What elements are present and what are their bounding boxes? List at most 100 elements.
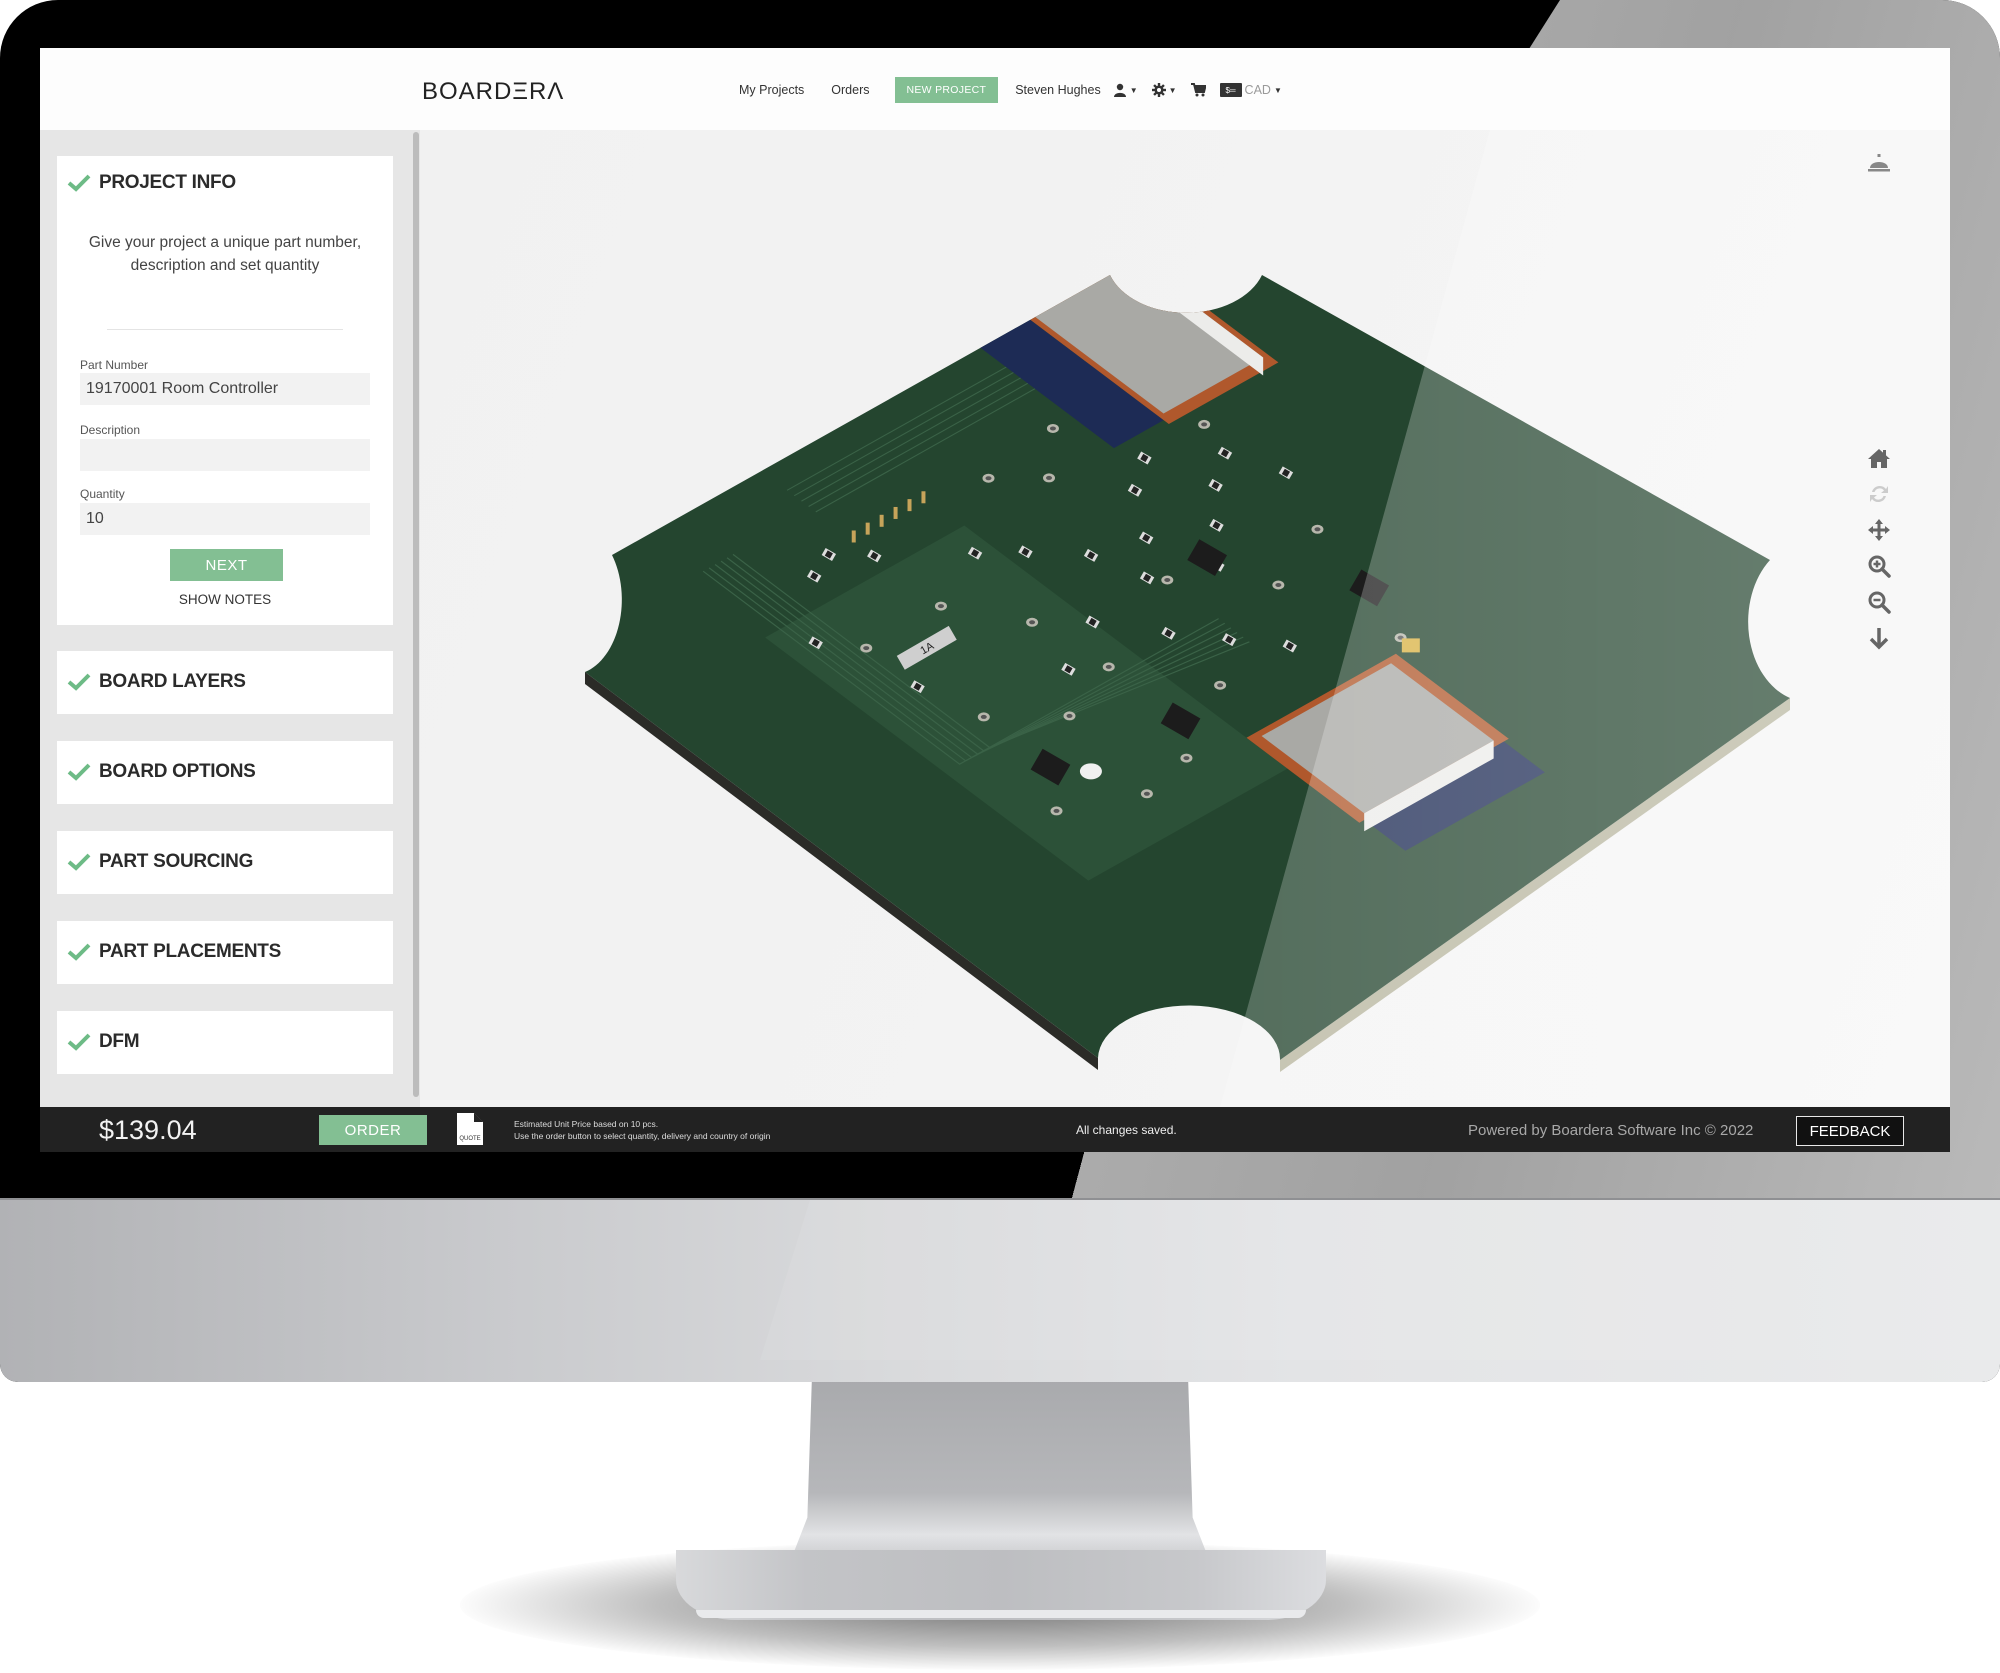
step-title: PART PLACEMENTS xyxy=(99,941,281,962)
pcb-via-hole xyxy=(863,646,870,651)
pcb-via-hole xyxy=(1275,583,1282,587)
description-label: Description xyxy=(80,423,141,437)
pcb-render: 1A xyxy=(585,130,1950,1107)
pcb-via-hole xyxy=(937,604,944,609)
notifications-button[interactable] xyxy=(1863,147,1895,179)
panel-title: PROJECT INFO xyxy=(99,172,236,193)
money-icon: $═ xyxy=(1219,83,1242,97)
cart-button[interactable] xyxy=(1190,83,1206,97)
check-icon xyxy=(67,853,91,871)
check-icon xyxy=(67,673,91,691)
boardera-logo[interactable]: BOARDΞRΛ xyxy=(422,78,564,106)
move-icon xyxy=(1868,519,1890,541)
monitor-stand-base xyxy=(676,1550,1326,1620)
pcb-via-hole xyxy=(985,476,992,481)
chevron-down-icon: ▼ xyxy=(1273,85,1282,95)
pcb-via-hole xyxy=(1314,527,1321,532)
monitor-chin xyxy=(0,1198,2000,1382)
pcb-via-hole xyxy=(1183,756,1190,761)
reset-rotation-button[interactable] xyxy=(1863,478,1895,510)
step-title-row: PART SOURCING xyxy=(67,851,253,873)
pcb-via-hole xyxy=(1029,620,1036,625)
step-title: PART SOURCING xyxy=(99,851,254,872)
header-pin xyxy=(865,522,870,535)
home-view-button[interactable] xyxy=(1863,442,1895,474)
nav-my-projects[interactable]: My Projects xyxy=(739,83,804,97)
currency-menu[interactable]: $═ CAD ▼ xyxy=(1219,83,1282,97)
chevron-down-icon: ▼ xyxy=(1129,85,1138,95)
check-icon xyxy=(67,943,91,961)
next-button[interactable]: NEXT xyxy=(170,549,283,581)
header-pin xyxy=(893,506,898,519)
pcb-via-hole xyxy=(1049,426,1056,431)
settings-menu[interactable]: ▼ xyxy=(1151,83,1177,97)
step-title-row: BOARD LAYERS xyxy=(67,671,246,693)
price-note: Estimated Unit Price based on 10 pcs. Us… xyxy=(514,1118,770,1142)
project-info-description: Give your project a unique part number, … xyxy=(88,234,362,274)
pcb-via-hole xyxy=(1105,664,1112,669)
quantity-label: Quantity xyxy=(80,487,125,501)
pcb-via-hole xyxy=(1143,791,1150,796)
show-notes-link[interactable]: SHOW NOTES xyxy=(57,592,393,607)
check-icon xyxy=(67,174,91,192)
user-icon xyxy=(1113,83,1126,97)
header-pin xyxy=(851,530,856,543)
check-icon xyxy=(67,763,91,781)
description-input[interactable] xyxy=(80,439,370,471)
user-name[interactable]: Steven Hughes xyxy=(1015,83,1100,97)
zoom-out-button[interactable] xyxy=(1863,586,1895,618)
step-part-placements[interactable]: PART PLACEMENTS xyxy=(57,921,393,984)
pcb-via-hole xyxy=(1164,578,1171,582)
step-board-options[interactable]: BOARD OPTIONS xyxy=(57,741,393,804)
zoom-out-icon xyxy=(1868,591,1891,614)
pcb-3d-viewport[interactable]: 1A xyxy=(420,130,1950,1107)
header-pin xyxy=(879,514,884,527)
monitor-frame: BOARDΞRΛ My Projects Orders NEW PROJECT … xyxy=(0,0,2000,1382)
mounting-hole xyxy=(1079,763,1102,780)
quote-document-icon: QUOTE xyxy=(457,1113,483,1145)
refresh-icon xyxy=(1870,485,1888,503)
header-pin xyxy=(921,491,926,504)
zoom-in-button[interactable] xyxy=(1863,550,1895,582)
quote-button[interactable]: QUOTE xyxy=(456,1112,484,1146)
step-board-layers[interactable]: BOARD LAYERS xyxy=(57,651,393,714)
step-title: BOARD LAYERS xyxy=(99,671,246,692)
step-dfm[interactable]: DFM xyxy=(57,1011,393,1074)
nav-orders[interactable]: Orders xyxy=(831,83,869,97)
bottom-bar: $139.04 ORDER QUOTE Estimated Unit Price… xyxy=(40,1107,1950,1152)
feedback-button[interactable]: FEEDBACK xyxy=(1796,1116,1904,1146)
steps-sidebar: PROJECT INFO Give your project a unique … xyxy=(40,130,420,1107)
price-note-line-2: Use the order button to select quantity,… xyxy=(514,1131,771,1141)
step-title: DFM xyxy=(99,1031,140,1052)
zoom-in-icon xyxy=(1868,555,1891,578)
price-note-line-1: Estimated Unit Price based on 10 pcs. xyxy=(514,1119,659,1129)
header-pin xyxy=(907,499,912,512)
pcb-via-hole xyxy=(1201,422,1208,427)
order-button[interactable]: ORDER xyxy=(319,1115,427,1145)
quote-label: QUOTE xyxy=(459,1136,480,1142)
project-info-panel: PROJECT INFO Give your project a unique … xyxy=(57,156,393,625)
step-title-row: BOARD OPTIONS xyxy=(67,761,256,783)
part-number-input[interactable] xyxy=(80,373,370,405)
user-menu[interactable]: ▼ xyxy=(1113,83,1138,97)
check-icon xyxy=(67,1033,91,1051)
cart-icon xyxy=(1190,83,1206,97)
pan-button[interactable] xyxy=(1863,514,1895,546)
currency-label: CAD xyxy=(1244,83,1271,97)
step-title-row: DFM xyxy=(67,1031,140,1053)
project-info-header[interactable]: PROJECT INFO xyxy=(67,172,236,194)
sidebar-scrollbar[interactable] xyxy=(412,130,420,1100)
save-status: All changes saved. xyxy=(1076,1123,1177,1137)
pcb-via-hole xyxy=(980,714,987,719)
pcb-via-hole xyxy=(1066,713,1073,718)
quantity-input[interactable] xyxy=(80,503,370,535)
scrollbar-thumb[interactable] xyxy=(413,132,419,1097)
new-project-button[interactable]: NEW PROJECT xyxy=(894,77,999,103)
pcb-via-hole xyxy=(1046,475,1053,480)
view-down-button[interactable] xyxy=(1863,622,1895,654)
pcb-via-hole xyxy=(1217,683,1224,688)
step-title: BOARD OPTIONS xyxy=(99,761,256,782)
price-total: $139.04 xyxy=(99,1115,197,1145)
divider xyxy=(107,329,343,330)
step-part-sourcing[interactable]: PART SOURCING xyxy=(57,831,393,894)
